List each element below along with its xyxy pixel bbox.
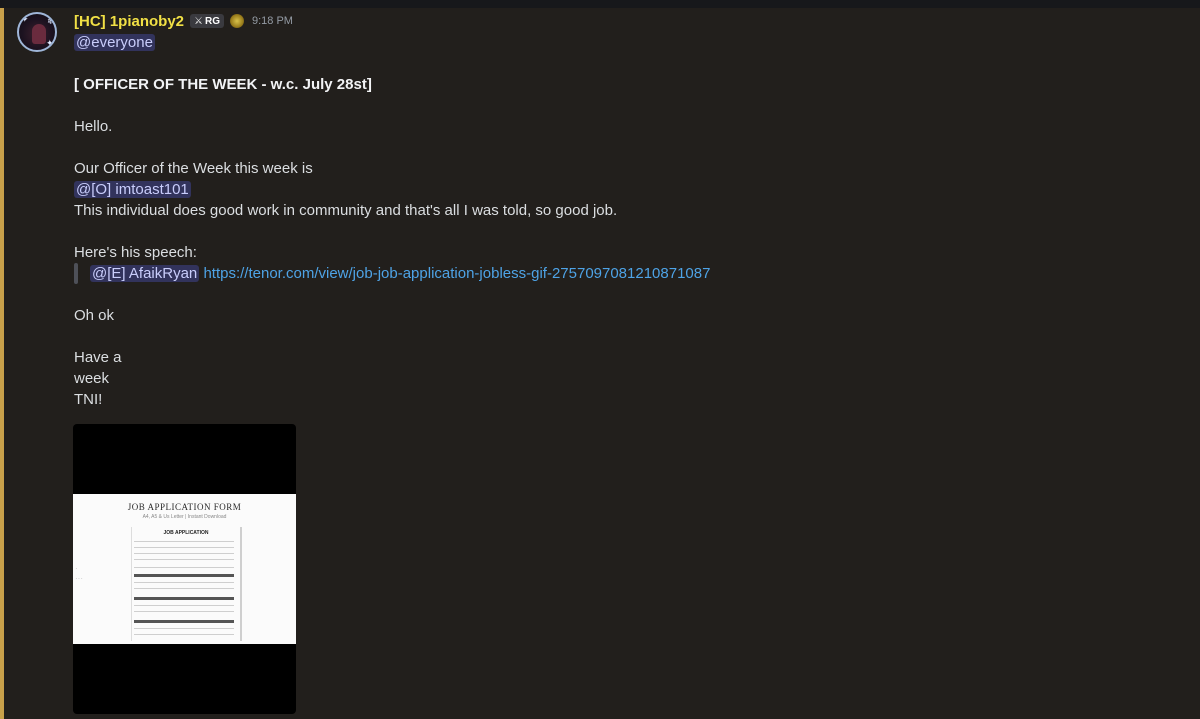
reply-text: Oh ok: [74, 307, 115, 324]
form-preview: JOB APPLICATION: [131, 527, 242, 641]
emblem-icon[interactable]: [229, 14, 244, 28]
gif-embed[interactable]: JOB APPLICATION FORM A4, A5 & Us Letter …: [73, 424, 296, 714]
job-application-image: JOB APPLICATION FORM A4, A5 & Us Letter …: [73, 494, 296, 644]
author-name[interactable]: [HC] 1pianoby2: [74, 13, 184, 30]
signoff-line-3: TNI!: [74, 391, 103, 408]
form-title: JOB APPLICATION: [163, 530, 209, 536]
faded-side-text: · ···: [75, 564, 83, 583]
role-badge-label: RG: [204, 15, 220, 27]
mention-everyone[interactable]: @everyone: [74, 34, 155, 51]
message-header: [HC] 1pianoby2 ⚔ RG 9:18 PM: [74, 11, 293, 31]
speech-intro-text: Here's his speech:: [74, 244, 197, 261]
block-quote: @[E] AfaikRyan https://tenor.com/view/jo…: [74, 263, 1174, 284]
announcement-heading: [ OFFICER OF THE WEEK - w.c. July 28st]: [74, 76, 372, 93]
role-badge[interactable]: ⚔ RG: [190, 14, 224, 28]
quote-mention[interactable]: @[E] AfaikRyan: [90, 265, 200, 282]
sparkle-icon: ✦: [21, 15, 29, 25]
doc-subtitle: A4, A5 & Us Letter | Instant Download: [142, 514, 227, 520]
sword-icon: ⚔: [194, 15, 203, 27]
doc-title: JOB APPLICATION FORM: [127, 502, 242, 512]
chat-message[interactable]: ✦ ✦ ❄ [HC] 1pianoby2 ⚔ RG 9:18 PM @every…: [0, 8, 1200, 719]
signoff-line-2: week: [74, 370, 110, 387]
sparkle-icon: ✦: [46, 39, 54, 49]
timestamp[interactable]: 9:18 PM: [252, 15, 293, 27]
sparkle-icon: ❄: [47, 17, 55, 27]
message-content: @everyone [ OFFICER OF THE WEEK - w.c. J…: [74, 32, 1174, 410]
praise-text: This individual does good work in commun…: [74, 202, 618, 219]
signoff-line-1: Have a: [74, 349, 122, 366]
tenor-link[interactable]: https://tenor.com/view/job-job-applicati…: [203, 265, 710, 282]
officer-mention[interactable]: @[O] imtoast101: [74, 181, 191, 198]
intro-text: Our Officer of the Week this week is: [74, 160, 313, 177]
avatar-figure: [32, 24, 46, 44]
avatar[interactable]: ✦ ✦ ❄: [17, 12, 57, 52]
greeting-text: Hello.: [74, 118, 113, 135]
top-bar: [0, 0, 1200, 8]
